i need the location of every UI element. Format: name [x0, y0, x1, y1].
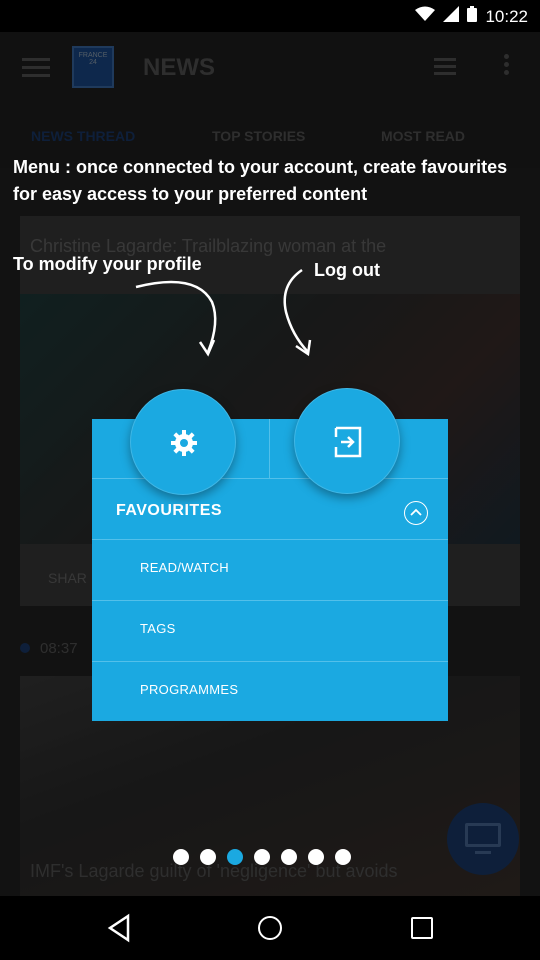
favourites-header[interactable]: FAVOURITES	[92, 479, 448, 539]
logout-button[interactable]	[294, 388, 400, 494]
menu-item-read-watch[interactable]: READ/WATCH	[92, 539, 448, 599]
menu-item-tags[interactable]: TAGS	[92, 600, 448, 660]
logout-icon	[334, 426, 362, 458]
home-icon[interactable]	[258, 916, 282, 940]
tutorial-pagination	[173, 849, 351, 865]
chevron-up-icon[interactable]	[404, 501, 428, 525]
page-dot[interactable]	[200, 849, 216, 865]
profile-settings-button[interactable]	[130, 389, 236, 495]
page-dot[interactable]	[173, 849, 189, 865]
menu-item-programmes[interactable]: PROGRAMMES	[92, 661, 448, 721]
page-dot[interactable]	[281, 849, 297, 865]
recent-apps-icon[interactable]	[411, 917, 433, 939]
back-icon[interactable]	[106, 913, 132, 943]
gear-icon	[171, 430, 197, 456]
system-nav-bar	[0, 896, 540, 960]
page-dot[interactable]	[254, 849, 270, 865]
page-dot[interactable]	[335, 849, 351, 865]
page-dot-active[interactable]	[227, 849, 243, 865]
page-dot[interactable]	[308, 849, 324, 865]
favourites-label: FAVOURITES	[116, 502, 223, 519]
